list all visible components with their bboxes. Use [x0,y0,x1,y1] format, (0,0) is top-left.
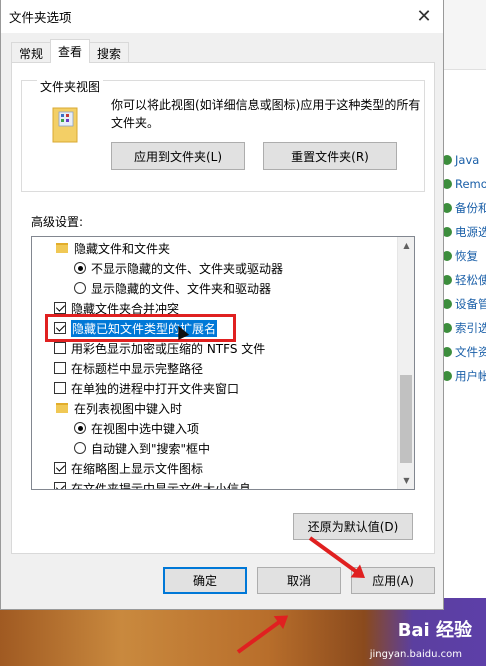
folder-icon [56,403,68,413]
scrollbar-thumb[interactable] [400,375,412,463]
background-list-item: Remo [442,174,486,194]
scroll-down-arrow-icon[interactable]: ▼ [398,472,414,489]
background-list-item: 电源选 [442,222,486,242]
folder-view-group-label: 文件夹视图 [37,78,104,95]
folder-options-dialog: 文件夹选项 ✕ 常规 查看 搜索 文件夹视图 你可以将此视图(如详细信息或图标)… [0,0,444,610]
watermark-url: jingyan.baidu.com [369,649,462,660]
background-list-item: 设备管 [442,294,486,314]
folder-view-icon [52,107,78,143]
checkbox[interactable] [54,342,66,354]
folder-view-description: 你可以将此视图(如详细信息或图标)应用于这种类型的所有文件夹。 [111,98,421,130]
tree-item[interactable]: 在单独的进程中打开文件夹窗口 [54,378,239,398]
tree-item[interactable]: 在标题栏中显示完整路径 [54,358,203,378]
tree-item-label: 在缩略图上显示文件图标 [71,461,204,476]
tree-item[interactable]: 在文件夹提示中显示文件大小信息 [54,478,252,490]
tree-item[interactable]: 不显示隐藏的文件、文件夹或驱动器 [74,258,283,278]
tree-item-label: 在单独的进程中打开文件夹窗口 [71,381,240,396]
background-header [441,0,486,70]
radio-button[interactable] [74,262,86,274]
ok-button[interactable]: 确定 [163,567,247,594]
tab-view[interactable]: 查看 [50,39,91,63]
tree-item-label: 显示隐藏的文件、文件夹和驱动器 [91,281,272,296]
tree-item-label: 在视图中选中键入项 [91,421,200,436]
tree-item-label: 用彩色显示加密或压缩的 NTFS 文件 [71,341,266,356]
radio-button[interactable] [74,282,86,294]
close-icon: ✕ [416,5,432,27]
advanced-settings-tree[interactable]: 隐藏文件和文件夹 不显示隐藏的文件、文件夹或驱动器 显示隐藏的文件、文件夹和驱动器隐… [31,236,415,490]
background-list-label: 文件资 [455,345,486,359]
tree-item-label: 在标题栏中显示完整路径 [71,361,204,376]
background-list-item: 备份和 [442,198,486,218]
background-list-item: 恢复 [442,246,478,266]
background-list-item: Java [442,150,479,170]
background-list-item: 索引选 [442,318,486,338]
tab-search[interactable]: 搜索 [89,42,130,63]
background-list-label: 恢复 [455,249,478,263]
tree-scrollbar[interactable]: ▲ ▼ [397,237,414,489]
tree-item[interactable]: 在列表视图中键入时 [56,398,182,418]
apply-to-folders-button[interactable]: 应用到文件夹(L) [111,142,245,170]
radio-button[interactable] [74,422,86,434]
background-list-label: 索引选 [455,321,486,335]
background-list-label: 设备管 [455,297,486,311]
background-list-label: 用户帐 [455,369,486,383]
tree-item-label: 在文件夹提示中显示文件大小信息 [71,481,252,490]
tree-item[interactable]: 在视图中选中键入项 [74,418,199,438]
tree-item[interactable]: 隐藏文件和文件夹 [56,238,170,258]
checkbox[interactable] [54,362,66,374]
tab-general[interactable]: 常规 [11,42,52,63]
tree-item-label: 不显示隐藏的文件、文件夹或驱动器 [91,261,284,276]
checkbox[interactable] [54,302,66,314]
checkbox[interactable] [54,462,66,474]
checkbox[interactable] [54,482,66,489]
reset-folders-button[interactable]: 重置文件夹(R) [263,142,397,170]
tree-item[interactable]: 显示隐藏的文件、文件夹和驱动器 [74,278,271,298]
background-list-item: 文件资 [442,342,486,362]
scroll-up-arrow-icon[interactable]: ▲ [398,237,414,254]
tree-item[interactable]: 自动键入到"搜索"框中 [74,438,210,458]
background-list-item: 轻松使 [442,270,486,290]
tab-strip: 常规 查看 搜索 [11,39,130,63]
close-button[interactable]: ✕ [409,2,439,30]
background-list-label: 备份和 [455,201,486,215]
background-list-label: 电源选 [455,225,486,239]
checkbox[interactable] [54,382,66,394]
background-list-label: 轻松使 [455,273,486,287]
tree-item-label: 自动键入到"搜索"框中 [91,441,211,456]
folder-icon [56,243,68,253]
tree-item-label: 在列表视图中键入时 [74,401,183,416]
tree-item-label: 隐藏文件和文件夹 [74,241,171,256]
cancel-button[interactable]: 取消 [257,567,341,594]
radio-button[interactable] [74,442,86,454]
background-list-label: Remo [455,177,486,191]
watermark-logo: Bai 经验 [397,620,472,641]
background-list-item: 用户帐 [442,366,486,386]
title-bar[interactable]: 文件夹选项 ✕ [1,0,443,33]
background-list-label: Java [455,153,480,167]
tree-item[interactable]: 在缩略图上显示文件图标 [54,458,203,478]
advanced-settings-label: 高级设置: [31,215,84,229]
dialog-title: 文件夹选项 [9,10,72,25]
annotation-highlight-box [45,314,236,342]
